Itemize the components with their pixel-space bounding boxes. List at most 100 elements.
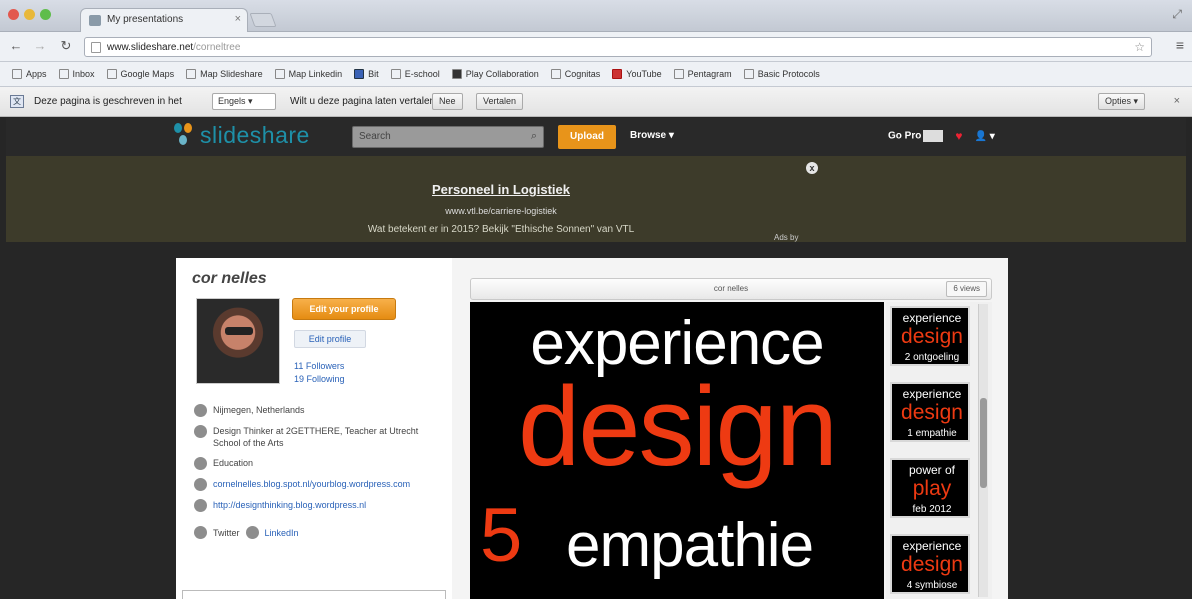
page-icon bbox=[91, 42, 101, 53]
bookmark-item[interactable]: Inbox bbox=[53, 69, 101, 79]
user-menu-icon[interactable]: 👤 ▾ bbox=[974, 131, 994, 142]
page-icon bbox=[743, 69, 754, 79]
language-value: Engels bbox=[218, 96, 246, 106]
close-window-button[interactable] bbox=[8, 9, 19, 20]
bookmark-item[interactable]: Play Collaboration bbox=[446, 69, 545, 79]
close-translate-icon[interactable]: × bbox=[1174, 95, 1180, 107]
bookmark-label: Map Linkedin bbox=[288, 69, 343, 79]
slide-thumbnail[interactable]: experience design 4 symbiose bbox=[890, 534, 970, 594]
thumbnail-text: experience bbox=[902, 387, 962, 401]
profile-info-text: Education bbox=[213, 458, 254, 468]
slide-thumbnail[interactable]: experience design 2 ontgoeling bbox=[890, 306, 970, 366]
profile-name: cor nelles bbox=[192, 270, 267, 287]
profile-info-row[interactable]: http://designthinking.blog.wordpress.nl bbox=[194, 499, 444, 512]
translate-prompt: Deze pagina is geschreven in het bbox=[34, 96, 182, 107]
forward-arrow-icon[interactable]: → bbox=[30, 38, 50, 53]
social-links: Twitter LinkedIn bbox=[194, 526, 444, 539]
page-icon bbox=[451, 69, 462, 79]
ad-title[interactable]: Personeel in Logistiek bbox=[6, 182, 996, 197]
options-label: Opties bbox=[1105, 96, 1132, 106]
following-link[interactable]: 19 Following bbox=[294, 373, 345, 386]
bookmark-item[interactable]: Cognitas bbox=[545, 69, 607, 79]
page-icon bbox=[354, 69, 365, 79]
ad-close-icon[interactable]: x bbox=[806, 162, 818, 174]
page-icon bbox=[673, 69, 684, 79]
browser-tab[interactable]: My presentations × bbox=[80, 8, 248, 32]
bookmark-item[interactable]: Pentagram bbox=[668, 69, 738, 79]
notifications-icon[interactable]: ♥ bbox=[955, 129, 962, 143]
go-pro-link[interactable]: Go Pro bbox=[888, 130, 944, 142]
resize-icon[interactable]: ⤢ bbox=[1172, 7, 1182, 22]
social-link[interactable]: Twitter bbox=[213, 528, 240, 538]
maximize-window-button[interactable] bbox=[40, 9, 51, 20]
language-select[interactable]: Engels ▾ bbox=[212, 93, 276, 110]
slide-thumbnail[interactable]: experience design 1 empathie bbox=[890, 382, 970, 442]
thumbnail-scrollbar[interactable] bbox=[978, 304, 988, 597]
followers-link[interactable]: 11 Followers bbox=[294, 360, 345, 373]
bookmark-item[interactable]: Map Slideshare bbox=[180, 69, 269, 79]
navigation-bar: ← → ↻ www.slideshare.net/corneltree ☆ ≡ bbox=[0, 32, 1192, 62]
profile-info-row[interactable]: cornelnelles.blog.spot.nl/yourblog.wordp… bbox=[194, 478, 444, 491]
search-input[interactable]: Search ⌕ bbox=[352, 126, 544, 148]
thumbnail-text: experience bbox=[902, 311, 962, 325]
menu-icon[interactable]: ≡ bbox=[1176, 37, 1184, 53]
bookmark-item[interactable]: YouTube bbox=[606, 69, 667, 79]
logo-word: slideshare bbox=[200, 121, 310, 148]
pro-badge-icon bbox=[923, 130, 944, 142]
apps-grid-icon bbox=[12, 69, 22, 79]
thumbnail-text: 1 empathie bbox=[907, 428, 957, 439]
logo-mark-icon bbox=[174, 121, 194, 149]
ad-url[interactable]: www.vtl.be/carriere-logistiek bbox=[6, 206, 996, 216]
linkedin-icon bbox=[245, 526, 259, 539]
window-controls bbox=[8, 9, 51, 20]
page-icon bbox=[274, 69, 285, 79]
bookmark-item[interactable]: Apps bbox=[6, 69, 53, 79]
edit-profile-button[interactable]: Edit your profile bbox=[292, 298, 396, 320]
globe-icon bbox=[194, 478, 207, 491]
view-profile-button[interactable]: Edit profile bbox=[294, 330, 366, 348]
options-button[interactable]: Opties ▾ bbox=[1098, 93, 1146, 110]
viewer-title-bar: cor nelles 6 views bbox=[470, 278, 992, 300]
avatar[interactable] bbox=[196, 298, 280, 384]
thumbnail-text: power of bbox=[908, 463, 956, 477]
search-icon[interactable]: ⌕ bbox=[531, 130, 537, 143]
back-arrow-icon[interactable]: ← bbox=[6, 38, 26, 53]
slide-thumbnail[interactable]: power of play feb 2012 bbox=[890, 458, 970, 518]
close-tab-icon[interactable]: × bbox=[235, 13, 241, 25]
thumbnail-text: 4 symbiose bbox=[906, 580, 958, 591]
translate-icon: 文 bbox=[10, 95, 24, 108]
thumbnail-text: design bbox=[901, 401, 963, 424]
bookmark-item[interactable]: Map Linkedin bbox=[269, 69, 349, 79]
bookmark-item[interactable]: Google Maps bbox=[101, 69, 181, 79]
profile-textbox[interactable] bbox=[182, 590, 446, 599]
bookmark-item[interactable]: Bit bbox=[348, 69, 385, 79]
bookmark-item[interactable]: Basic Protocols bbox=[738, 69, 826, 79]
reload-icon[interactable]: ↻ bbox=[56, 38, 76, 54]
slide-line-2: design bbox=[517, 364, 838, 489]
scrollbar-thumb[interactable] bbox=[980, 398, 987, 488]
browse-menu[interactable]: Browse ▾ bbox=[630, 130, 674, 141]
new-tab-button[interactable] bbox=[249, 13, 277, 27]
page-icon bbox=[390, 69, 401, 79]
minimize-window-button[interactable] bbox=[24, 9, 35, 20]
bookmark-item[interactable]: E-school bbox=[385, 69, 446, 79]
upload-button[interactable]: Upload bbox=[558, 125, 616, 149]
url-domain: www.slideshare.net bbox=[107, 42, 194, 53]
link-icon bbox=[194, 499, 207, 512]
url-path: /corneltree bbox=[193, 42, 241, 53]
no-translate-button[interactable]: Nee bbox=[432, 93, 463, 110]
browser-window: My presentations × ⤢ ← → ↻ www.slideshar… bbox=[0, 0, 1192, 599]
main-slide[interactable]: experience design 5 empathie bbox=[470, 302, 884, 599]
translate-question: Wilt u deze pagina laten vertalen? bbox=[290, 96, 441, 107]
page-icon bbox=[550, 69, 561, 79]
viewer-title: cor nelles bbox=[713, 284, 749, 293]
address-bar[interactable]: www.slideshare.net/corneltree ☆ bbox=[84, 37, 1152, 57]
bookmark-star-icon[interactable]: ☆ bbox=[1134, 40, 1145, 54]
slideshare-logo[interactable]: slideshare bbox=[174, 121, 310, 149]
thumbnail-text: experience bbox=[902, 539, 962, 553]
social-link[interactable]: LinkedIn bbox=[265, 528, 299, 538]
location-icon bbox=[194, 404, 207, 417]
slide-viewer: cor nelles 6 views experience design 5 e… bbox=[470, 278, 992, 599]
main-content: cor nelles Edit your profile Edit profil… bbox=[176, 258, 1008, 599]
translate-button[interactable]: Vertalen bbox=[476, 93, 524, 110]
